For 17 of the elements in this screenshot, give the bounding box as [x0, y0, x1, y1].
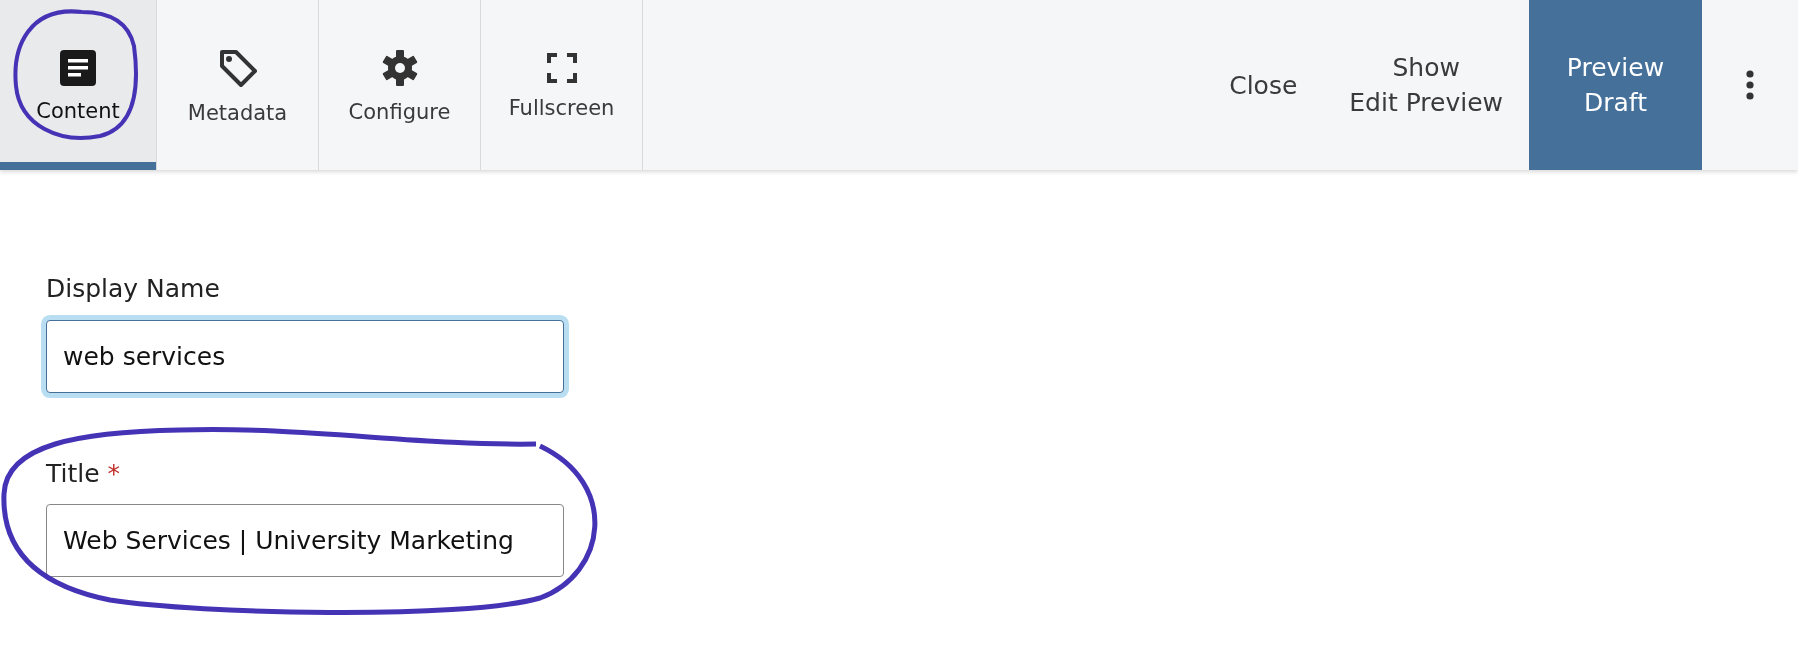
tag-icon	[217, 47, 258, 88]
toolbar-button[interactable]: Show Edit Preview	[1323, 0, 1529, 170]
toolbar-tab[interactable]: Metadata	[157, 0, 319, 170]
toolbar-tab[interactable]: Fullscreen	[481, 0, 643, 170]
toolbar-tab[interactable]: Configure	[319, 0, 481, 170]
preview-button[interactable]: Preview Draft	[1529, 0, 1702, 170]
input-field[interactable]: web services	[46, 319, 564, 393]
field-label: Title	[46, 457, 100, 490]
required-mark: *	[107, 457, 121, 490]
toolbar-tab[interactable]: Content	[0, 0, 157, 170]
field-label: Display Name	[46, 273, 220, 305]
toolbar-button[interactable]: Close	[1203, 0, 1324, 170]
input-field[interactable]: Web Services | University Marketing	[46, 504, 564, 577]
fullscreen-icon	[546, 52, 577, 83]
settings-icon	[380, 48, 419, 87]
kebab-icon	[1745, 70, 1755, 100]
document-icon	[60, 49, 96, 86]
